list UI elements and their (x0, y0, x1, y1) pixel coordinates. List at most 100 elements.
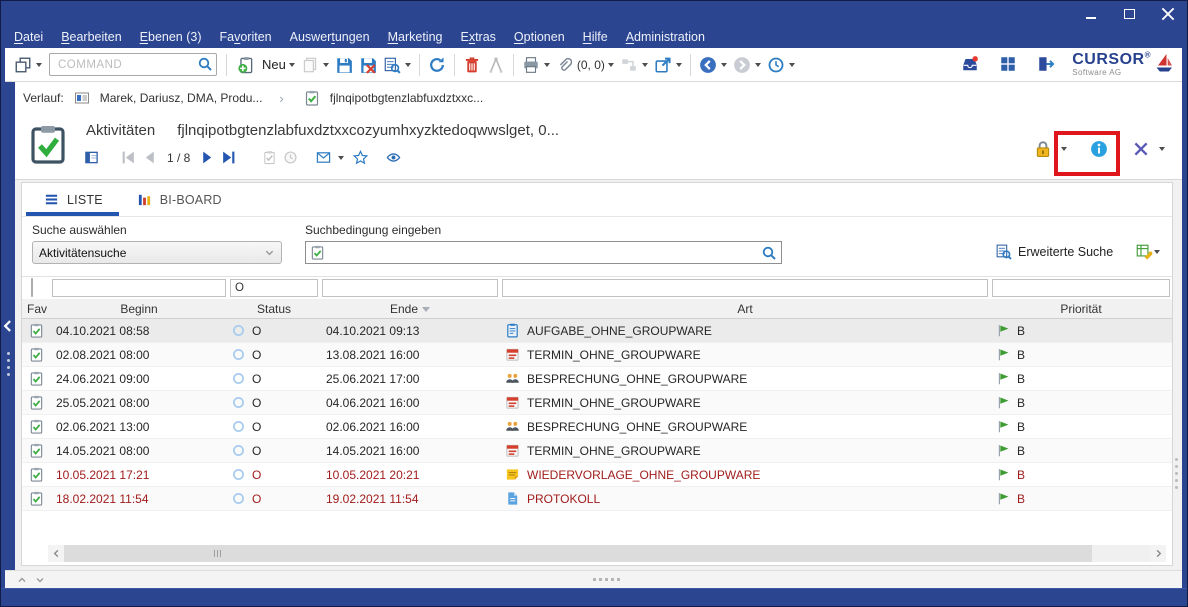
copy-record-dropdown[interactable] (323, 63, 329, 67)
navigate-forward-dropdown[interactable] (755, 63, 761, 67)
activity-fav-icon[interactable] (29, 395, 44, 410)
menu-item-extras[interactable]: Extras (451, 26, 504, 48)
table-row[interactable]: 10.05.2021 17:21 O 10.05.2021 20:21 WIED… (22, 463, 1172, 487)
last-record-icon[interactable] (221, 150, 236, 165)
filter-status-input[interactable] (230, 279, 318, 297)
scrollbar-track[interactable] (64, 545, 1150, 562)
expand-left-icon[interactable] (1, 570, 15, 607)
attachments-icon[interactable] (556, 57, 572, 73)
command-search-icon[interactable] (197, 56, 213, 72)
watch-icon[interactable] (386, 150, 401, 165)
delete-icon[interactable] (463, 56, 481, 74)
new-window-icon[interactable] (14, 56, 32, 74)
new-record-dropdown[interactable] (289, 63, 295, 67)
fav-filter-checkbox[interactable] (31, 278, 33, 297)
table-row[interactable]: 25.05.2021 08:00 O 04.06.2021 16:00 TERM… (22, 391, 1172, 415)
print-dropdown[interactable] (544, 63, 550, 67)
workflow-dropdown[interactable] (642, 63, 648, 67)
navigate-back-dropdown[interactable] (721, 63, 727, 67)
filter-beginn-input[interactable] (52, 279, 226, 297)
new-record-button[interactable]: Neu (232, 56, 288, 74)
bottom-splitter[interactable] (5, 570, 1182, 588)
first-record-icon[interactable] (121, 150, 136, 165)
column-header-prio[interactable]: Priorität (990, 302, 1172, 316)
email-icon[interactable] (316, 150, 331, 165)
logout-icon[interactable] (1037, 55, 1055, 73)
verlauf-item-activity[interactable]: fjlnqipotbgtenzlabfuxdztxxc... (330, 91, 483, 105)
search-records-icon[interactable] (383, 56, 401, 74)
table-row[interactable]: 04.10.2021 08:58 O 04.10.2021 09:13 AUFG… (22, 319, 1172, 343)
close-window-button[interactable] (1159, 5, 1177, 23)
favorite-icon[interactable] (353, 150, 368, 165)
filter-prio-input[interactable] (992, 279, 1170, 297)
new-window-dropdown[interactable] (36, 63, 42, 67)
attachments-dropdown[interactable] (608, 63, 614, 67)
activity-fav-icon[interactable] (29, 323, 44, 338)
lock-icon[interactable] (1034, 140, 1052, 158)
filter-ende-input[interactable] (322, 279, 498, 297)
refresh-icon[interactable] (428, 56, 446, 74)
close-record-icon[interactable] (1132, 140, 1150, 158)
column-header-status[interactable]: Status (228, 302, 320, 316)
save-icon[interactable] (335, 56, 353, 74)
search-settings-button[interactable] (1135, 243, 1163, 261)
search-tools-dropdown[interactable] (1154, 250, 1160, 254)
scrollbar-thumb[interactable] (64, 545, 1092, 562)
search-condition-input[interactable] (328, 242, 758, 263)
table-row[interactable]: 24.06.2021 09:00 O 25.06.2021 17:00 BESP… (22, 367, 1172, 391)
menu-item-datei[interactable]: Datei (5, 26, 52, 48)
collapse-left-icon[interactable] (1, 82, 15, 570)
verlauf-item-contact[interactable]: Marek, Dariusz, DMA, Produ... (100, 91, 263, 105)
menu-item-ebenen-3[interactable]: Ebenen (3) (131, 26, 211, 48)
activity-fav-icon[interactable] (29, 347, 44, 362)
left-splitter-handle[interactable] (1, 352, 15, 376)
activity-fav-icon[interactable] (29, 443, 44, 458)
menu-item-marketing[interactable]: Marketing (379, 26, 452, 48)
history-icon[interactable] (767, 56, 785, 74)
scroll-right-button[interactable] (1150, 545, 1166, 562)
email-dropdown[interactable] (338, 156, 344, 160)
command-input[interactable] (49, 53, 217, 76)
table-row[interactable]: 02.06.2021 13:00 O 02.06.2021 16:00 BESP… (22, 415, 1172, 439)
close-dropdown[interactable] (1159, 147, 1165, 151)
column-header-beginn[interactable]: Beginn (50, 302, 228, 316)
advanced-search-button[interactable]: Erweiterte Suche (995, 243, 1113, 260)
right-splitter-handle[interactable] (1175, 458, 1178, 489)
activity-fav-icon[interactable] (29, 371, 44, 386)
print-icon[interactable] (522, 56, 540, 74)
minimize-button[interactable] (1083, 6, 1099, 22)
menu-item-bearbeiten[interactable]: Bearbeiten (52, 26, 130, 48)
share-icon[interactable] (654, 56, 672, 74)
history-dropdown[interactable] (789, 63, 795, 67)
table-row[interactable]: 18.02.2021 11:54 O 19.02.2021 11:54 PROT… (22, 487, 1172, 511)
run-search-icon[interactable] (761, 245, 777, 261)
maximize-button[interactable] (1121, 6, 1137, 22)
navigate-back-icon[interactable] (699, 56, 717, 74)
column-header-ende[interactable]: Ende (320, 302, 500, 316)
next-record-icon[interactable] (200, 150, 215, 165)
column-header-fav[interactable]: Fav (22, 302, 50, 316)
search-records-dropdown[interactable] (405, 63, 411, 67)
tab-bi-board[interactable]: BI-BOARD (137, 183, 222, 216)
horizontal-scrollbar[interactable] (48, 545, 1166, 562)
activity-fav-icon[interactable] (29, 467, 44, 482)
inbox-notification-icon[interactable] (961, 55, 979, 73)
activity-fav-icon[interactable] (29, 491, 44, 506)
detail-view-icon[interactable] (84, 150, 99, 165)
menu-item-hilfe[interactable]: Hilfe (574, 26, 617, 48)
table-row[interactable]: 14.05.2021 08:00 O 14.05.2021 16:00 TERM… (22, 439, 1172, 463)
share-dropdown[interactable] (676, 63, 682, 67)
left-panel-strip[interactable] (1, 82, 15, 570)
tab-liste[interactable]: LISTE (44, 183, 103, 216)
discard-changes-icon[interactable] (359, 56, 377, 74)
column-header-art[interactable]: Art (500, 302, 990, 316)
expand-bottom-panel-icon[interactable] (17, 575, 27, 585)
previous-record-icon[interactable] (142, 150, 157, 165)
filter-art-input[interactable] (502, 279, 988, 297)
dashboard-icon[interactable] (999, 55, 1017, 73)
menu-item-favoriten[interactable]: Favoriten (211, 26, 281, 48)
bottom-splitter-handle[interactable] (593, 578, 620, 581)
scroll-left-button[interactable] (48, 545, 64, 562)
table-row[interactable]: 02.08.2021 08:00 O 13.08.2021 16:00 TERM… (22, 343, 1172, 367)
search-select[interactable]: Aktivitätensuche (32, 241, 282, 264)
